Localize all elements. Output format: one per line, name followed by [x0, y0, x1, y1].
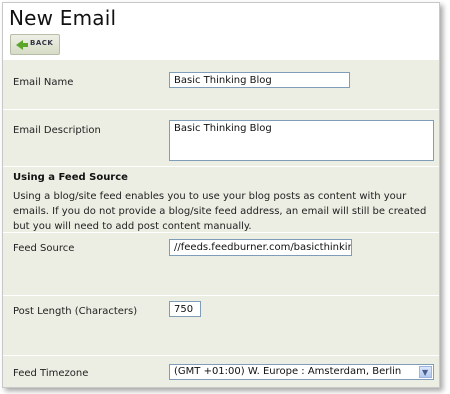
feed-timezone-select[interactable]: (GMT +01:00) W. Europe : Amsterdam, Berl… — [169, 364, 434, 380]
dropdown-button[interactable]: ▼ — [419, 366, 432, 378]
post-length-label: Post Length (Characters) — [13, 306, 138, 317]
email-description-row: Email Description Basic Thinking Blog — [3, 110, 439, 167]
new-email-window: New Email BACK Email Name Basic Thinking… — [2, 2, 440, 388]
feed-section-title: Using a Feed Source — [13, 172, 128, 183]
feed-source-label: Feed Source — [13, 243, 75, 254]
email-form: Email Name Basic Thinking Blog Email Des… — [3, 60, 439, 387]
back-button[interactable]: BACK — [10, 34, 60, 55]
email-description-textarea[interactable]: Basic Thinking Blog — [169, 120, 434, 161]
feed-source-input[interactable]: //feeds.feedburner.com/basicthinking/rss — [169, 239, 352, 256]
back-arrow-shaft — [22, 43, 28, 47]
post-length-row: Post Length (Characters) 750 — [3, 296, 439, 356]
email-description-label: Email Description — [13, 125, 101, 136]
chevron-down-icon: ▼ — [422, 368, 429, 377]
post-length-input[interactable]: 750 — [169, 301, 201, 317]
feed-timezone-value: (GMT +01:00) W. Europe : Amsterdam, Berl… — [174, 366, 402, 377]
feed-section-text: Using a blog/site feed enables you to us… — [13, 191, 427, 232]
feed-source-row: Feed Source //feeds.feedburner.com/basic… — [3, 232, 439, 296]
page-title: New Email — [9, 6, 117, 30]
back-button-label: BACK — [30, 39, 54, 47]
email-name-row: Email Name Basic Thinking Blog — [3, 60, 439, 110]
email-name-label: Email Name — [13, 77, 74, 88]
feed-timezone-label: Feed Timezone — [13, 368, 89, 379]
email-name-input[interactable]: Basic Thinking Blog — [169, 72, 350, 88]
